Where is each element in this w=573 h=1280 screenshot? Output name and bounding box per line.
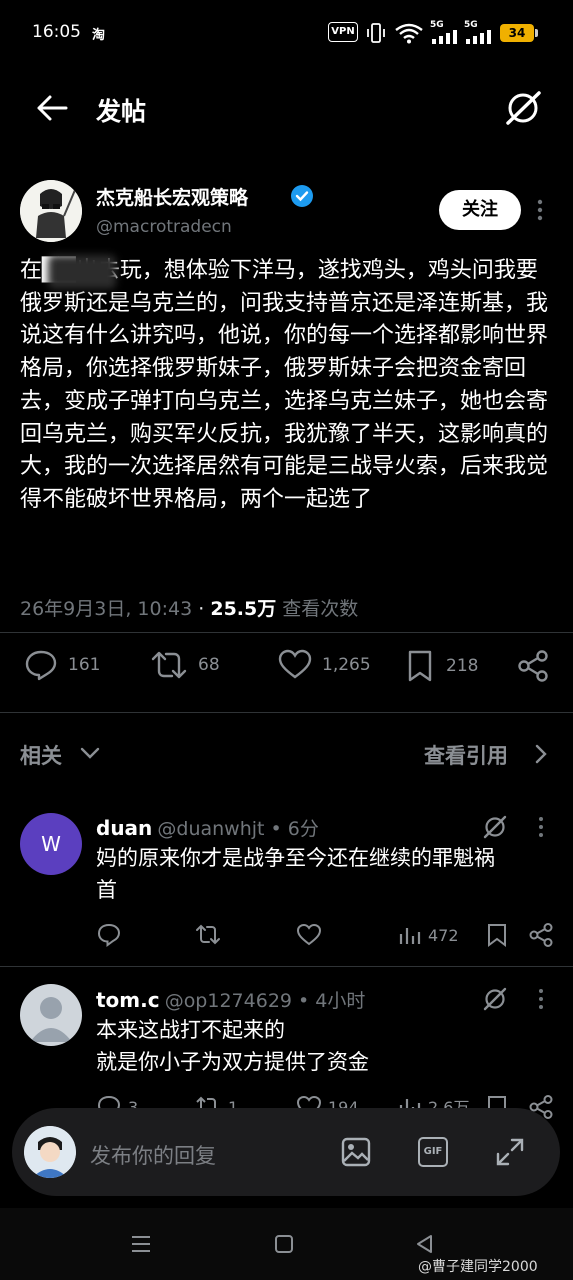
view-quotes-link[interactable]: 查看引用 [424, 740, 508, 770]
back-arrow-icon[interactable] [36, 94, 68, 122]
follow-button[interactable]: 关注 [439, 190, 521, 230]
divider [0, 712, 573, 713]
cartoon-avatar-icon [20, 180, 82, 242]
related-dropdown[interactable]: 相关 [20, 740, 62, 770]
retweet-icon [151, 651, 187, 679]
grok-icon[interactable] [482, 986, 508, 1012]
grok-icon[interactable] [482, 814, 508, 840]
retweet-icon[interactable] [194, 922, 222, 948]
vibrate-icon [367, 23, 385, 43]
reply-header: tom.c @op1274629 • 4小时 [96, 986, 365, 1013]
author-handle[interactable]: @macrotradecn [96, 217, 232, 237]
divider [0, 966, 573, 967]
gif-button[interactable]: GIF [418, 1137, 448, 1167]
watermark: @曹子建同学2000 [418, 1259, 538, 1275]
reply-author-name[interactable]: tom.c [96, 988, 160, 1012]
menu-icon[interactable] [130, 1233, 152, 1255]
post-actions: 161 68 1,265 218 [20, 645, 555, 693]
battery-indicator: 34 [500, 24, 538, 42]
bookmark-action[interactable]: 218 [406, 649, 478, 683]
cartoon-avatar-icon [24, 1126, 76, 1178]
wifi-icon [395, 23, 423, 44]
back-icon[interactable] [414, 1233, 434, 1255]
reply-input[interactable]: 发布你的回复 [90, 1140, 216, 1170]
share-action[interactable] [516, 649, 560, 683]
chevron-down-icon[interactable] [80, 745, 100, 761]
views-label[interactable]: 查看次数 [282, 598, 358, 620]
post-meta: 26年9月3日, 10:43 · 25.5万 查看次数 [20, 594, 358, 621]
verified-badge-icon [291, 185, 313, 207]
page-title: 发帖 [96, 97, 147, 126]
signal-5g-1: 5G [430, 20, 460, 46]
author-avatar[interactable] [20, 180, 82, 242]
bookmark-icon[interactable] [486, 922, 508, 948]
redacted-blur [48, 255, 116, 289]
share-icon[interactable] [528, 922, 554, 948]
reply-avatar[interactable] [20, 984, 82, 1046]
reply-action[interactable]: 161 [24, 649, 100, 681]
divider [0, 632, 573, 633]
app-notification-icon: 淘 [92, 28, 106, 43]
meta-dot: · [198, 598, 205, 620]
image-icon[interactable] [340, 1136, 372, 1168]
author-name[interactable]: 杰克船长宏观策略 [96, 183, 248, 210]
comment-icon [25, 650, 57, 681]
analytics-icon [399, 928, 421, 944]
post-text: 在██出去玩，想体验下洋马，遂找鸡头，鸡头问我要俄罗斯还是乌克兰的，问我支持普京… [20, 258, 549, 512]
bookmark-icon [408, 650, 432, 682]
home-icon[interactable] [274, 1234, 294, 1254]
views-action[interactable]: 472 [398, 924, 459, 946]
reply-author-name[interactable]: duan [96, 816, 152, 840]
like-action[interactable]: 1,265 [278, 649, 371, 681]
post-date: 26年9月3日, 10:43 [20, 598, 193, 620]
reply-text: 妈的原来你才是战争至今还在继续的罪魁祸 首 [96, 846, 495, 902]
vpn-indicator: VPN [328, 22, 358, 42]
chevron-right-icon[interactable] [534, 744, 548, 764]
views-count: 25.5万 [210, 598, 277, 620]
grok-icon[interactable] [503, 89, 543, 127]
reply-header: duan @duanwhjt • 6分 [96, 814, 319, 841]
reply-author-meta[interactable]: @duanwhjt • 6分 [157, 818, 318, 840]
default-user-icon [30, 997, 72, 1042]
more-options-icon[interactable] [537, 815, 545, 839]
heart-icon[interactable] [296, 922, 322, 948]
comment-icon[interactable] [96, 922, 122, 948]
expand-icon[interactable] [494, 1136, 526, 1168]
status-time: 16:05 [32, 22, 81, 42]
more-options-icon[interactable] [536, 198, 544, 222]
signal-5g-2: 5G [464, 20, 494, 46]
retweet-action[interactable]: 68 [150, 649, 220, 681]
reply-author-meta[interactable]: @op1274629 • 4小时 [165, 990, 366, 1012]
reply-text: 本来这战打不起来的 就是你小子为双方提供了资金 [96, 1018, 369, 1074]
user-avatar[interactable] [24, 1126, 76, 1178]
more-options-icon[interactable] [537, 987, 545, 1011]
status-bar: 16:05 淘 VPN 5G 5G 34 [0, 0, 573, 66]
heart-icon [278, 649, 312, 679]
reply-avatar[interactable]: W [20, 813, 82, 875]
share-icon [518, 650, 548, 682]
